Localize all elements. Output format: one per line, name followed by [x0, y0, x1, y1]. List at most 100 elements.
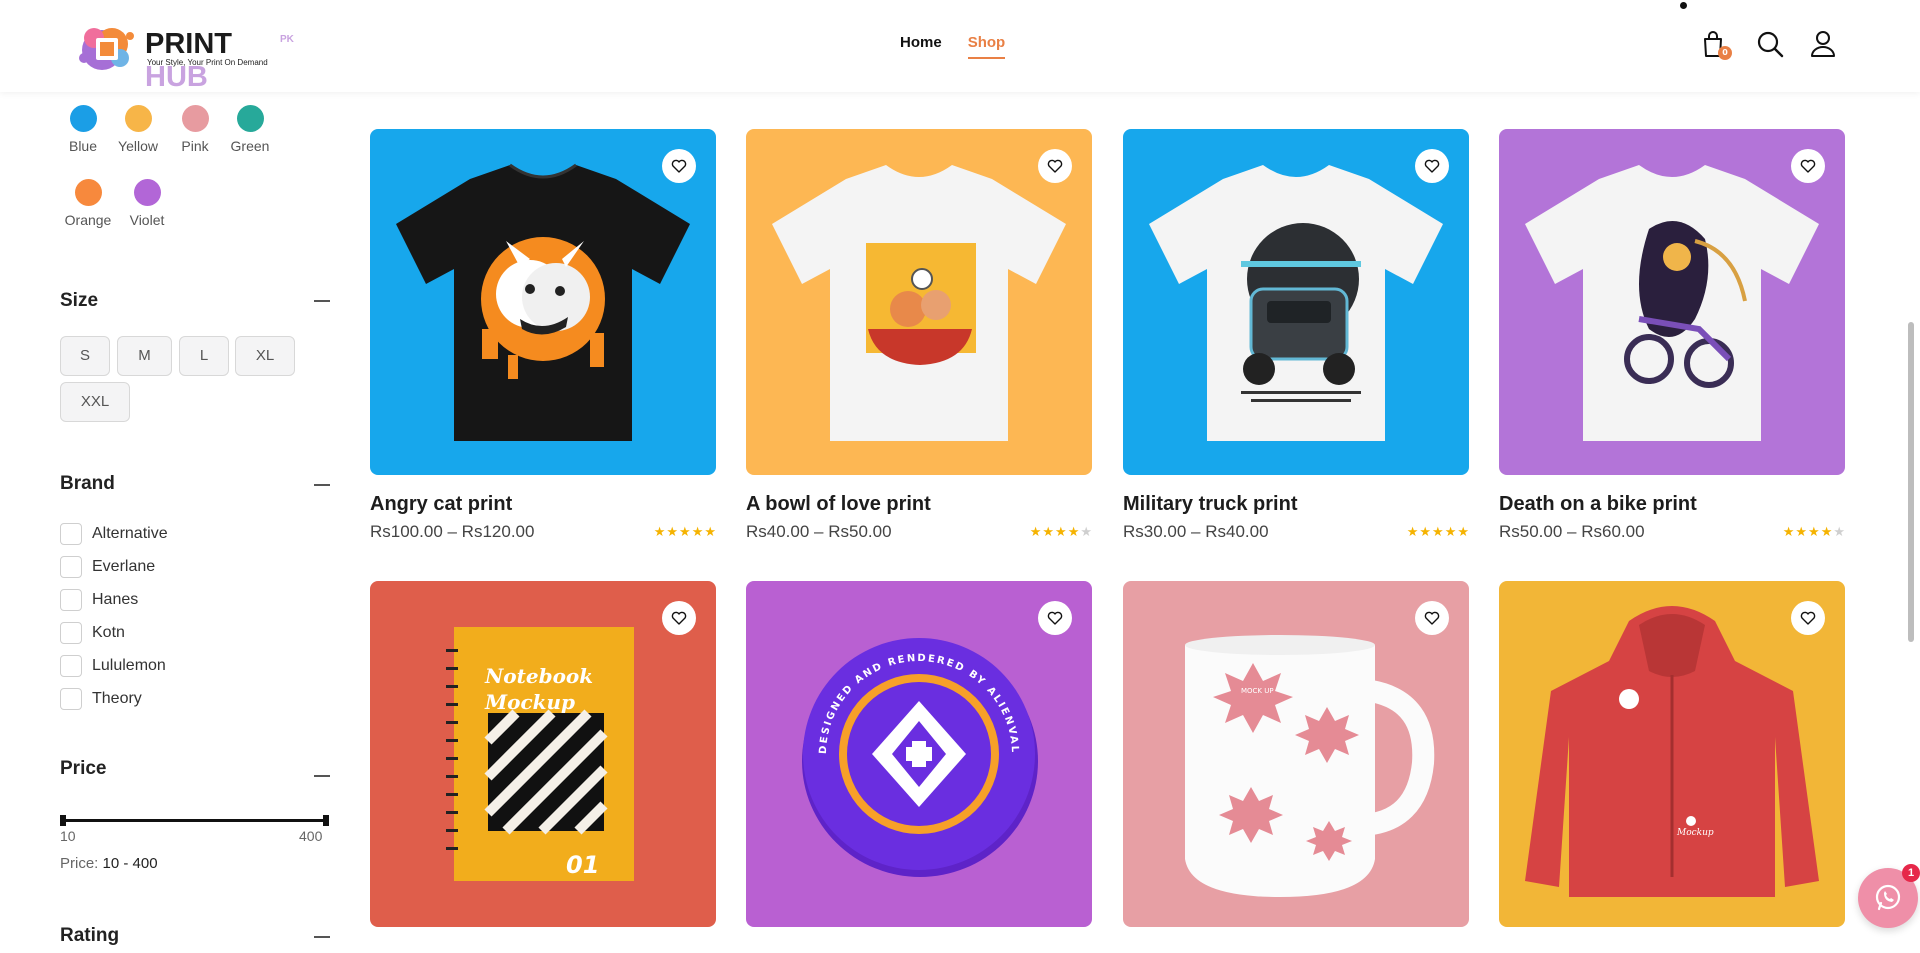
site-header: PRINT HUB PK Your Style, Your Print On D…	[0, 0, 1920, 93]
price-range-max-handle[interactable]	[323, 815, 329, 826]
size-collapse-toggle[interactable]	[314, 300, 330, 302]
nav-home[interactable]: Home	[900, 34, 942, 59]
chat-button[interactable]: 1	[1858, 864, 1920, 928]
product-card[interactable]: Angry cat print Rs100.00 – Rs120.00 ★ ★ ★ ★…	[370, 129, 716, 542]
product-image[interactable]	[1123, 129, 1469, 475]
color-label: Green	[230, 138, 270, 154]
product-image[interactable]: MOCK UP	[1123, 581, 1469, 927]
product-image[interactable]	[1499, 129, 1845, 475]
star-icon: ★	[1042, 524, 1055, 540]
star-icon: ★	[1795, 524, 1808, 540]
heart-icon	[1800, 159, 1816, 173]
product-card[interactable]: Death on a bike print Rs50.00 – Rs60.00 …	[1499, 129, 1845, 542]
product-card[interactable]: Mockup	[1499, 581, 1845, 927]
search-button[interactable]	[1756, 30, 1784, 58]
size-option-xl[interactable]: XL	[235, 336, 295, 376]
tshirt-image	[1525, 165, 1819, 441]
rating-filter-title: Rating	[60, 925, 120, 946]
price-range-track[interactable]	[60, 819, 328, 822]
star-icon: ★	[1067, 524, 1080, 540]
product-price: Rs50.00 – Rs60.00	[1499, 522, 1645, 541]
color-label: Violet	[129, 212, 165, 228]
product-title[interactable]: Death on a bike print	[1499, 493, 1845, 516]
product-card[interactable]: A bowl of love print Rs40.00 – Rs50.00 ★…	[746, 129, 1092, 542]
star-icon: ★	[1055, 524, 1067, 540]
wishlist-button[interactable]	[662, 149, 696, 183]
brand-option-alternative[interactable]: Alternative	[60, 523, 168, 545]
product-title[interactable]: Angry cat print	[370, 493, 716, 516]
product-card[interactable]: Notebook Mockup 01	[370, 581, 716, 927]
checkbox[interactable]	[60, 556, 82, 578]
wishlist-button[interactable]	[662, 601, 696, 635]
brand-option-hanes[interactable]: Hanes	[60, 589, 138, 611]
brand-option-theory[interactable]: Theory	[60, 688, 142, 710]
product-image[interactable]	[370, 129, 716, 475]
star-icon: ★	[1808, 524, 1820, 540]
product-image[interactable]	[746, 129, 1092, 475]
product-title[interactable]: A bowl of love print	[746, 493, 1092, 516]
color-filter-violet[interactable]: Violet	[112, 179, 182, 228]
product-card[interactable]: Military truck print Rs30.00 – Rs40.00 ★…	[1123, 129, 1469, 542]
wishlist-button[interactable]	[1415, 149, 1449, 183]
size-option-s[interactable]: S	[60, 336, 110, 376]
star-icon: ★	[1444, 524, 1457, 540]
wishlist-button[interactable]	[1038, 149, 1072, 183]
heart-icon	[1047, 159, 1063, 173]
star-icon: ★	[1833, 524, 1845, 540]
brand-filter-title: Brand	[60, 473, 115, 494]
product-price: Rs40.00 – Rs50.00	[746, 522, 892, 541]
badge-image: DESIGNED AND RENDERED BY ALIENVALLEY	[746, 581, 1038, 877]
rating-stars: ★ ★ ★ ★ ★	[1030, 526, 1092, 539]
brand-option-lululemon[interactable]: Lululemon	[60, 655, 166, 677]
brand-option-kotn[interactable]: Kotn	[60, 622, 125, 644]
product-image[interactable]: Notebook Mockup 01	[370, 581, 716, 927]
product-card[interactable]: DESIGNED AND RENDERED BY ALIENVALLEY	[746, 581, 1092, 927]
star-icon: ★	[1457, 524, 1469, 540]
checkbox[interactable]	[60, 622, 82, 644]
cart-button[interactable]: 0	[1700, 30, 1732, 60]
star-icon: ★	[666, 524, 679, 540]
user-icon	[1811, 31, 1835, 57]
site-logo[interactable]: PRINT HUB PK Your Style, Your Print On D…	[70, 14, 300, 93]
brand-collapse-toggle[interactable]	[314, 484, 330, 486]
product-title[interactable]: Military truck print	[1123, 493, 1469, 516]
checkbox[interactable]	[60, 655, 82, 677]
size-option-xxl[interactable]: XXL	[60, 382, 130, 422]
price-range-min-handle[interactable]	[60, 815, 66, 826]
brand-label: Theory	[92, 690, 142, 707]
price-filter-title: Price	[60, 758, 107, 779]
product-image[interactable]: Mockup	[1499, 581, 1845, 927]
color-swatch	[133, 179, 161, 206]
heart-icon	[1424, 159, 1440, 173]
checkbox[interactable]	[60, 523, 82, 545]
wishlist-button[interactable]	[1415, 601, 1449, 635]
price-collapse-toggle[interactable]	[314, 775, 330, 777]
color-filter-green[interactable]: Green	[215, 105, 285, 154]
size-option-m[interactable]: M	[117, 336, 172, 376]
scrollbar-thumb[interactable]	[1908, 322, 1914, 642]
star-icon: ★	[1080, 524, 1092, 540]
brand-label: Everlane	[92, 558, 156, 575]
rating-collapse-toggle[interactable]	[314, 936, 330, 938]
notebook-image: Notebook Mockup 01	[446, 627, 634, 881]
logo-sup: PK	[280, 34, 294, 45]
heart-icon	[1424, 611, 1440, 625]
checkbox[interactable]	[60, 688, 82, 710]
logo-splash-icon	[79, 28, 134, 70]
star-icon: ★	[1419, 524, 1432, 540]
product-image[interactable]: DESIGNED AND RENDERED BY ALIENVALLEY	[746, 581, 1092, 927]
chat-badge: 1	[1902, 864, 1920, 882]
brand-option-everlane[interactable]: Everlane	[60, 556, 155, 578]
wishlist-button[interactable]	[1038, 601, 1072, 635]
size-option-l[interactable]: L	[179, 336, 229, 376]
notebook-text: Notebook	[484, 664, 593, 688]
wishlist-button[interactable]	[1791, 601, 1825, 635]
rating-stars: ★ ★ ★ ★ ★	[1407, 526, 1469, 539]
checkbox[interactable]	[60, 589, 82, 611]
account-button[interactable]	[1810, 30, 1838, 58]
wishlist-button[interactable]	[1791, 149, 1825, 183]
brand-label: Alternative	[92, 525, 168, 542]
product-card[interactable]: MOCK UP	[1123, 581, 1469, 927]
nav-shop[interactable]: Shop	[967, 34, 1006, 59]
logo-tagline: Your Style, Your Print On Demand	[147, 58, 268, 67]
